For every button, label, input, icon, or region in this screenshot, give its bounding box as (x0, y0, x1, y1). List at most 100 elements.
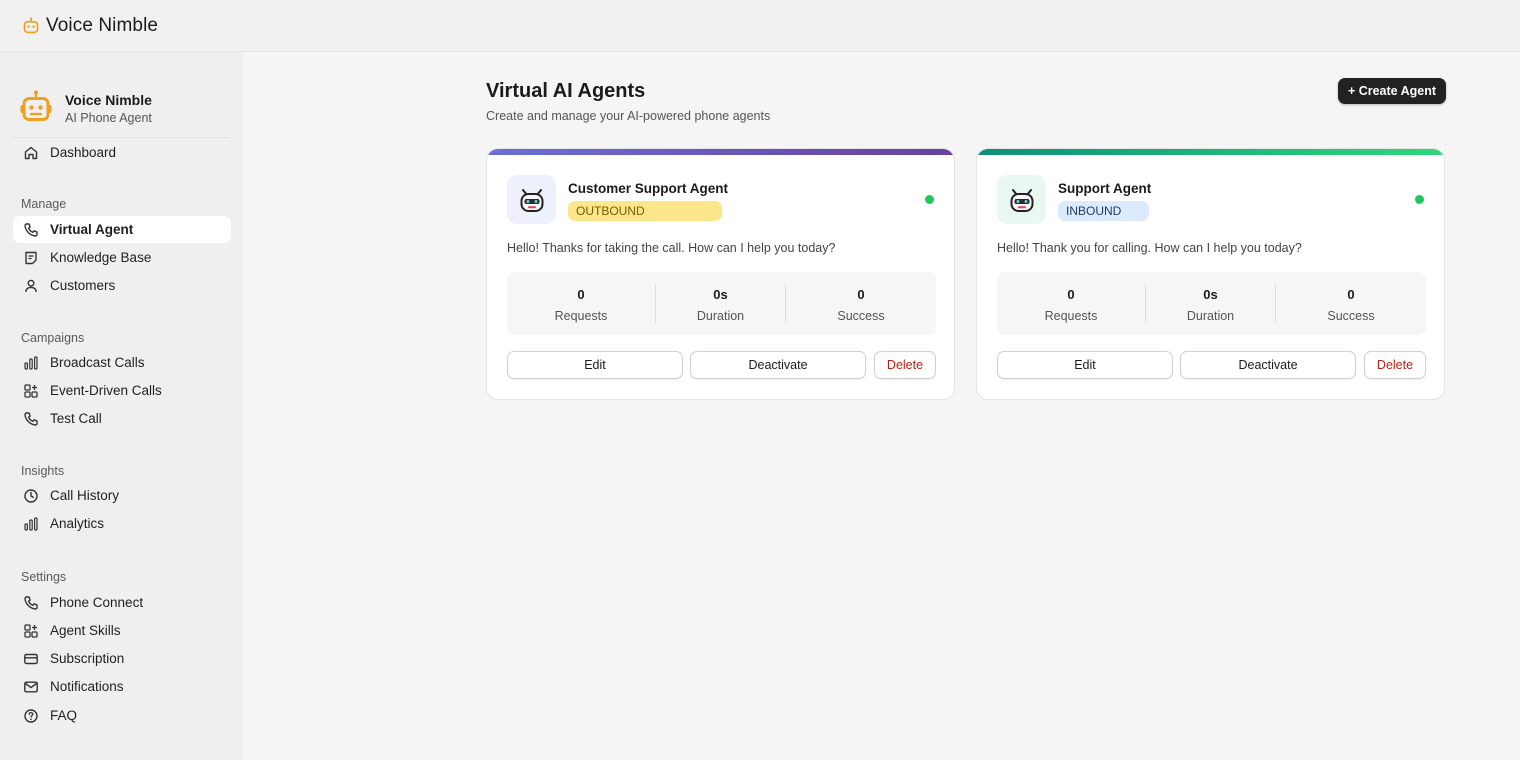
section-campaigns: Campaigns (21, 331, 85, 345)
bar-chart-icon (24, 516, 38, 531)
blocks-plus-icon (24, 623, 38, 638)
agent-name: Support Agent (1058, 181, 1152, 196)
sidebar-item-broadcast-calls[interactable]: Broadcast Calls (13, 349, 231, 376)
sidebar-item-test-call[interactable]: Test Call (13, 405, 231, 432)
section-settings: Settings (21, 570, 67, 584)
home-icon (24, 146, 38, 159)
app-title: Voice Nimble (46, 14, 159, 36)
sidebar-item-label: FAQ (50, 708, 78, 723)
help-circle-icon (24, 708, 38, 723)
sidebar-item-label: Call History (50, 488, 120, 503)
sidebar-item-phone-connect[interactable]: Phone Connect (13, 589, 231, 616)
stat-label: Success (837, 309, 885, 323)
credit-card-icon (24, 653, 38, 664)
sidebar-item-dashboard[interactable]: Dashboard (13, 139, 231, 166)
sidebar-item-faq[interactable]: FAQ (13, 702, 231, 729)
stat-success: 0 Success (786, 272, 936, 335)
robot-avatar-icon (1010, 188, 1033, 212)
sidebar-item-label: Agent Skills (50, 623, 121, 638)
user-icon (25, 279, 37, 292)
stat-value: 0 (1347, 287, 1355, 302)
sidebar-item-customers[interactable]: Customers (13, 272, 231, 299)
phone-icon (24, 595, 38, 610)
sidebar-item-agent-skills[interactable]: Agent Skills (13, 617, 231, 644)
agent-stats: 0 Requests 0s Duration 0 Success (997, 272, 1426, 335)
sidebar-item-label: Broadcast Calls (50, 355, 145, 370)
top-bar: Voice Nimble (0, 0, 1520, 52)
sidebar-brand-name: Voice Nimble (65, 92, 152, 108)
blocks-plus-icon (24, 383, 38, 398)
stat-label: Success (1327, 309, 1375, 323)
delete-button[interactable]: Delete (1364, 351, 1426, 379)
stat-label: Requests (1044, 309, 1098, 323)
sidebar-item-label: Customers (50, 278, 116, 293)
stat-requests: 0 Requests (997, 272, 1145, 335)
phone-icon (24, 411, 38, 426)
agent-greeting: Hello! Thank you for calling. How can I … (997, 241, 1302, 255)
robot-logo-icon (20, 90, 52, 121)
stat-value: 0s (1203, 287, 1218, 302)
direction-badge: INBOUND (1058, 201, 1149, 221)
edit-button[interactable]: Edit (997, 351, 1173, 379)
stat-label: Requests (554, 309, 608, 323)
sidebar-brand-subtitle: AI Phone Agent (65, 111, 152, 125)
sidebar: Voice Nimble AI Phone Agent Dashboard Ma… (0, 52, 243, 760)
section-insights: Insights (21, 464, 65, 478)
agent-card: Customer Support Agent OUTBOUND Hello! T… (486, 148, 955, 400)
sidebar-item-knowledge-base[interactable]: Knowledge Base (13, 244, 231, 271)
stat-value: 0 (1067, 287, 1075, 302)
stat-duration: 0s Duration (1146, 272, 1275, 335)
sidebar-item-label: Virtual Agent (50, 222, 134, 237)
sidebar-item-label: Notifications (50, 679, 124, 694)
mail-icon (24, 681, 38, 693)
sidebar-item-label: Test Call (50, 411, 102, 426)
section-manage: Manage (21, 197, 67, 211)
agent-stats: 0 Requests 0s Duration 0 Success (507, 272, 936, 335)
create-agent-button[interactable]: + Create Agent (1338, 78, 1446, 104)
sidebar-item-label: Dashboard (50, 145, 117, 160)
clock-icon (24, 488, 38, 503)
status-indicator (1415, 195, 1424, 204)
phone-icon (24, 222, 38, 237)
agent-card: Support Agent INBOUND Hello! Thank you f… (976, 148, 1445, 400)
agent-avatar (507, 175, 556, 224)
stat-value: 0s (713, 287, 728, 302)
agent-greeting: Hello! Thanks for taking the call. How c… (507, 241, 836, 255)
sidebar-divider (12, 137, 231, 138)
stat-label: Duration (696, 309, 745, 323)
sidebar-item-subscription[interactable]: Subscription (13, 645, 231, 672)
page-title: Virtual AI Agents (486, 80, 646, 102)
stat-value: 0 (577, 287, 585, 302)
sidebar-item-label: Subscription (50, 651, 125, 666)
stat-duration: 0s Duration (656, 272, 785, 335)
sidebar-item-label: Analytics (50, 516, 105, 531)
sidebar-item-analytics[interactable]: Analytics (13, 510, 231, 537)
deactivate-button[interactable]: Deactivate (1180, 351, 1356, 379)
notebook-icon (25, 251, 37, 264)
card-accent-bar (977, 149, 1444, 155)
robot-logo-icon (23, 17, 39, 33)
edit-button[interactable]: Edit (507, 351, 683, 379)
robot-avatar-icon (520, 188, 543, 212)
agent-avatar (997, 175, 1046, 224)
sidebar-item-call-history[interactable]: Call History (13, 482, 231, 509)
sidebar-item-event-driven-calls[interactable]: Event-Driven Calls (13, 377, 231, 404)
sidebar-item-label: Event-Driven Calls (50, 383, 162, 398)
sidebar-item-notifications[interactable]: Notifications (13, 673, 231, 700)
page-subtitle: Create and manage your AI-powered phone … (486, 109, 771, 123)
stat-label: Duration (1186, 309, 1235, 323)
delete-button[interactable]: Delete (874, 351, 936, 379)
stat-value: 0 (857, 287, 865, 302)
stat-requests: 0 Requests (507, 272, 655, 335)
agent-name: Customer Support Agent (568, 181, 728, 196)
sidebar-item-virtual-agent[interactable]: Virtual Agent (13, 216, 231, 243)
sidebar-item-label: Knowledge Base (50, 250, 152, 265)
sidebar-brand: Voice Nimble AI Phone Agent (0, 82, 243, 139)
deactivate-button[interactable]: Deactivate (690, 351, 866, 379)
status-indicator (925, 195, 934, 204)
direction-badge: OUTBOUND (568, 201, 722, 221)
card-accent-bar (487, 149, 954, 155)
bar-chart-icon (24, 355, 38, 370)
sidebar-item-label: Phone Connect (50, 595, 144, 610)
stat-success: 0 Success (1276, 272, 1426, 335)
